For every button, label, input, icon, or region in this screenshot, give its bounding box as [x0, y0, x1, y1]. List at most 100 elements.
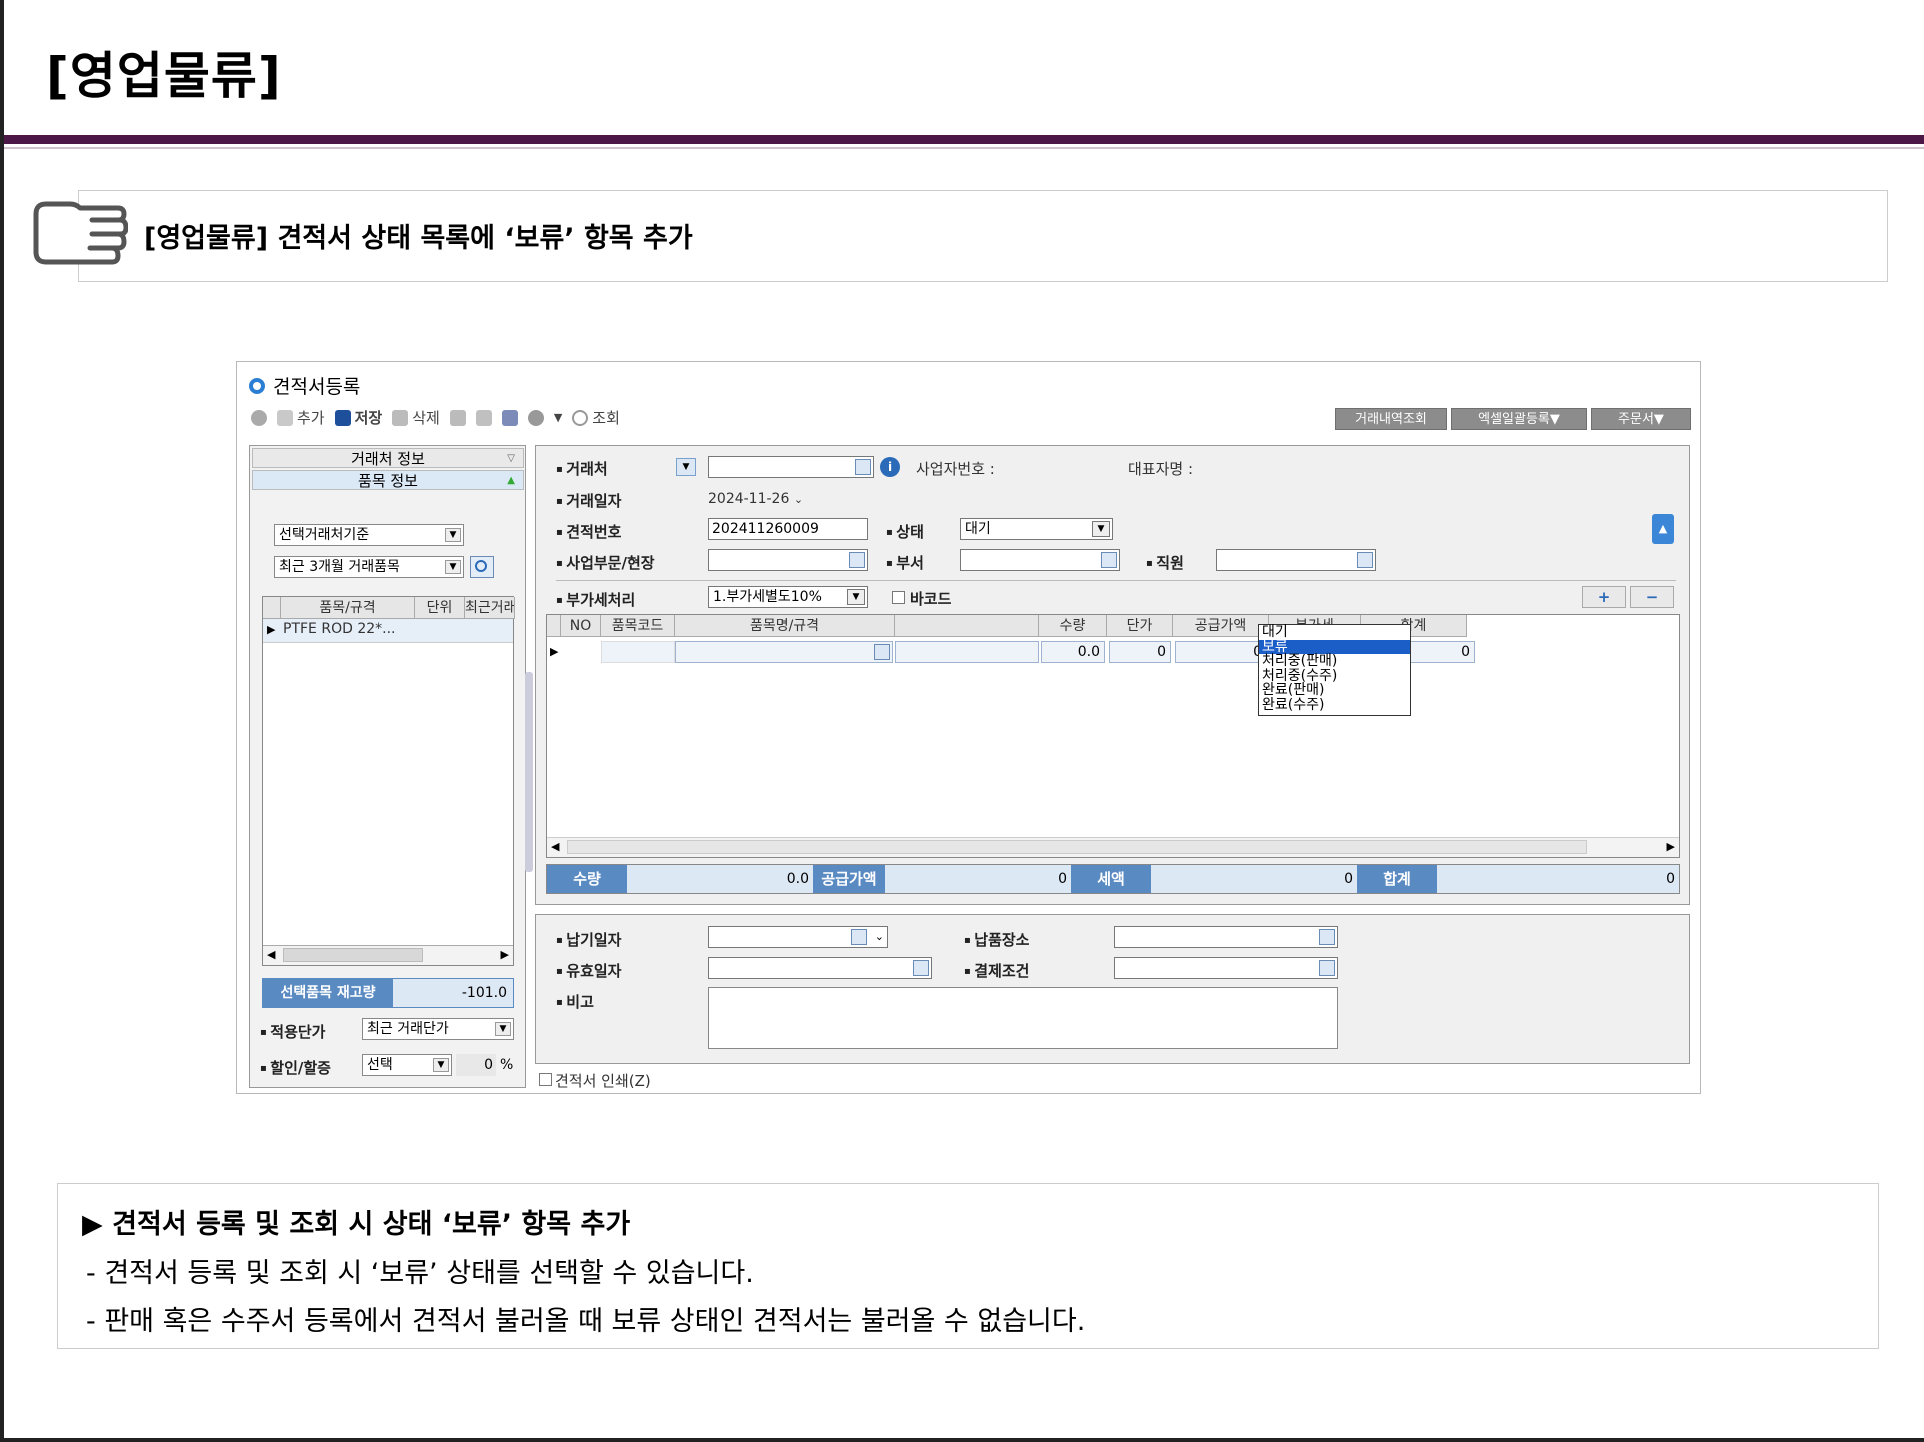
grid-header-item[interactable]: 품목/규격	[281, 597, 415, 619]
scroll-right-icon[interactable]: ▶	[501, 948, 509, 961]
biz-no-label: 사업자번호 :	[916, 460, 995, 478]
lookup-icon[interactable]	[874, 644, 890, 660]
print-quote-label: 견적서 인쇄(Z)	[555, 1072, 651, 1090]
discount-select[interactable]: 선택 ▼	[362, 1054, 452, 1076]
stock-value: -101.0	[461, 985, 507, 1001]
lookup-icon[interactable]	[855, 459, 871, 475]
item-grid: 품목/규격 단위 최근거래 ▶ PTFE ROD 22*... ◀ ▶	[262, 596, 515, 966]
gear-dropdown-icon[interactable]: ▼	[554, 411, 562, 424]
search-icon	[572, 409, 589, 426]
grid-header-qty[interactable]: 수량	[1039, 615, 1107, 637]
search-button[interactable]: 조회	[572, 407, 620, 428]
discount-percent-input[interactable]: 0	[456, 1054, 496, 1076]
status-option[interactable]: 완료(판매)	[1259, 683, 1410, 698]
order-button[interactable]: 주문서▼	[1591, 408, 1691, 430]
lookup-icon[interactable]	[849, 552, 865, 568]
remove-row-button[interactable]: −	[1630, 586, 1674, 608]
grid-header-no[interactable]: NO	[561, 615, 601, 637]
status-option[interactable]: 처리중(판매)	[1259, 654, 1410, 669]
client-dropdown-icon[interactable]: ▼	[676, 458, 696, 476]
scrollbar-thumb[interactable]	[283, 948, 423, 962]
lookup-icon[interactable]	[1101, 552, 1117, 568]
grid-header-spec[interactable]: 규격	[895, 615, 1039, 637]
print-icon[interactable]	[449, 409, 466, 426]
summary-total-value: 0	[1666, 871, 1675, 887]
note-textarea[interactable]	[708, 987, 1338, 1049]
document-icon[interactable]	[501, 409, 518, 426]
vat-select[interactable]: 1.부가세별도10% ▼	[708, 586, 868, 608]
dept-label: 부서	[886, 552, 924, 573]
export-icon[interactable]	[475, 409, 492, 426]
lookup-icon[interactable]	[1357, 552, 1373, 568]
date-picker[interactable]: 2024-11-26 ⌄	[708, 488, 808, 510]
client-filter-select[interactable]: 선택거래처기준 ▼	[274, 524, 464, 546]
row-price-cell[interactable]: 0	[1109, 641, 1171, 663]
row-spec-cell[interactable]	[895, 641, 1039, 663]
delivery-date-input[interactable]: ⌄	[708, 926, 888, 948]
status-option[interactable]: 처리중(수주)	[1259, 669, 1410, 684]
staff-label: 직원	[1146, 552, 1184, 573]
grid-horizontal-scrollbar[interactable]: ◀ ▶	[547, 837, 1679, 857]
place-input[interactable]	[1114, 926, 1338, 948]
status-option[interactable]: 대기	[1259, 625, 1410, 640]
excel-import-button[interactable]: 엑셀일괄등록▼	[1451, 408, 1587, 430]
quote-no-input[interactable]: 202411260009	[708, 518, 868, 540]
info-icon[interactable]: i	[880, 457, 900, 477]
status-select[interactable]: 대기 ▼	[960, 518, 1113, 540]
status-option-selected[interactable]: 보류	[1259, 639, 1410, 654]
add-button[interactable]: 추가	[277, 407, 325, 428]
info-heading: ▶ 견적서 등록 및 조회 시 상태 ‘보류’ 항목 추가	[82, 1209, 631, 1240]
grid-header-name[interactable]: 품목명/규격	[675, 615, 895, 637]
dept-input[interactable]	[960, 549, 1120, 571]
client-info-header[interactable]: 거래처 정보 ▽	[252, 448, 524, 468]
status-option[interactable]: 완료(수주)	[1259, 698, 1410, 713]
search-icon[interactable]	[470, 556, 494, 578]
lookup-icon[interactable]	[1319, 929, 1335, 945]
scrollbar-thumb[interactable]	[567, 840, 1587, 854]
scroll-left-icon[interactable]: ◀	[267, 948, 275, 961]
client-input[interactable]	[708, 456, 874, 478]
grid-header-unit[interactable]: 단위	[415, 597, 465, 619]
gear-icon[interactable]	[527, 409, 544, 426]
grid-header-price[interactable]: 단가	[1107, 615, 1173, 637]
row-qty-cell[interactable]: 0.0	[1041, 641, 1105, 663]
delete-button[interactable]: 삭제	[392, 407, 440, 428]
banner-text: [영업물류] 견적서 상태 목록에 ‘보류’ 항목 추가	[144, 223, 693, 254]
grid-header-supply[interactable]: 공급가액	[1173, 615, 1269, 637]
delete-icon	[392, 409, 409, 426]
grid-header-recent[interactable]: 최근거래	[465, 597, 515, 619]
save-button[interactable]: 저장	[334, 407, 382, 428]
grid-row-header	[263, 597, 281, 619]
scroll-left-icon[interactable]: ◀	[551, 840, 559, 853]
summary-tax-label: 세액	[1071, 865, 1151, 893]
pointing-hand-icon	[33, 201, 128, 265]
scroll-right-icon[interactable]: ▶	[1667, 840, 1675, 853]
history-button[interactable]: 거래내역조회	[1335, 408, 1447, 430]
payment-input[interactable]	[1114, 957, 1338, 979]
table-row[interactable]: ▶ PTFE ROD 22*...	[263, 619, 513, 643]
period-filter-select[interactable]: 최근 3개월 거래품목 ▼	[274, 556, 464, 578]
add-row-button[interactable]: +	[1582, 586, 1626, 608]
grid-header-code[interactable]: 품목코드	[601, 615, 675, 637]
calendar-icon[interactable]	[851, 929, 867, 945]
collapse-up-icon[interactable]: ▲	[1652, 514, 1674, 544]
valid-date-input[interactable]	[708, 957, 932, 979]
row-supply-cell[interactable]: 0	[1175, 641, 1267, 663]
calendar-icon[interactable]	[913, 960, 929, 976]
row-name-cell[interactable]	[675, 641, 893, 663]
row-pointer-icon: ▶	[267, 623, 276, 636]
panel-splitter[interactable]	[525, 672, 533, 872]
division-input[interactable]	[708, 549, 868, 571]
horizontal-scrollbar[interactable]: ◀ ▶	[263, 945, 513, 965]
summary-supply-value: 0	[1058, 871, 1067, 887]
price-label: 적용단가	[260, 1021, 325, 1042]
lookup-icon[interactable]	[1319, 960, 1335, 976]
row-code-cell[interactable]	[601, 641, 675, 663]
help-icon[interactable]	[251, 409, 267, 426]
barcode-checkbox[interactable]	[892, 591, 905, 604]
item-info-header[interactable]: 품목 정보 ▲	[252, 470, 524, 490]
collapse-icon: ▽	[507, 453, 515, 464]
price-select[interactable]: 최근 거래단가 ▼	[362, 1018, 514, 1040]
print-checkbox[interactable]	[539, 1073, 552, 1086]
staff-input[interactable]	[1216, 549, 1376, 571]
